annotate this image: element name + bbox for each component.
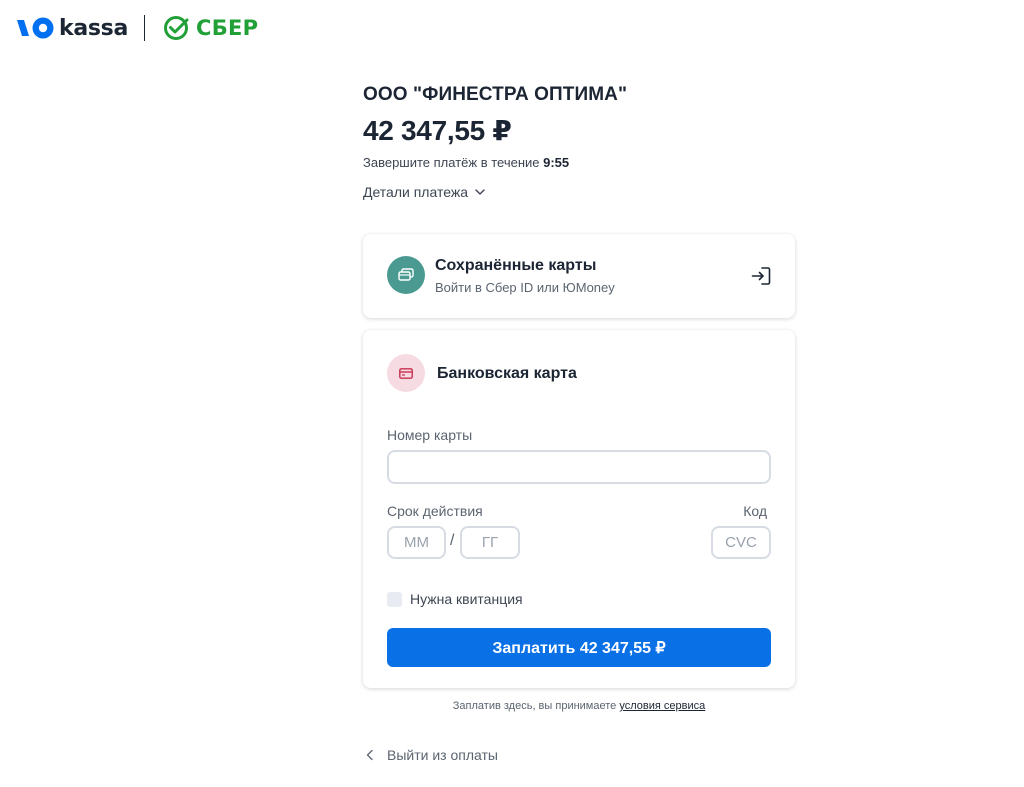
sber-logo[interactable]: СБЕР xyxy=(163,15,258,41)
timer-prefix: Завершите платёж в течение xyxy=(363,155,544,170)
chevron-down-icon xyxy=(475,189,485,195)
merchant-name: ООО "ФИНЕСТРА ОПТИМА" xyxy=(363,84,628,105)
sber-brand-text: СБЕР xyxy=(196,16,259,40)
login-icon[interactable] xyxy=(749,264,773,288)
payment-timer: Завершите платёж в течение 9:55 xyxy=(363,155,795,170)
bank-card-form: Банковская карта Номер карты Срок действ… xyxy=(363,330,795,688)
bank-card-icon xyxy=(387,354,425,392)
payment-summary: ООО "ФИНЕСТРА ОПТИМА" 42 347,55 ₽ Заверш… xyxy=(363,84,795,200)
logo-divider xyxy=(144,15,146,41)
yookassa-logo[interactable]: kassa xyxy=(16,16,128,41)
exit-payment-label: Выйти из оплаты xyxy=(387,747,498,763)
payment-details-label: Детали платежа xyxy=(363,184,468,200)
expiry-label: Срок действия xyxy=(387,503,483,519)
sber-logo-icon xyxy=(164,16,189,40)
receipt-checkbox-row[interactable]: Нужна квитанция xyxy=(387,591,523,607)
payment-amount: 42 347,55 ₽ xyxy=(363,115,512,146)
saved-cards-title: Сохранённые карты xyxy=(435,257,597,274)
yoo-logo-icon xyxy=(17,17,54,39)
timer-value: 9:55 xyxy=(543,155,570,170)
header: kassa СБЕР xyxy=(16,12,258,44)
cvc-input[interactable] xyxy=(711,526,771,559)
saved-cards-subtitle: Войти в Сбер ID или ЮMoney xyxy=(435,280,615,295)
saved-cards-option[interactable]: Сохранённые карты Войти в Сбер ID или ЮM… xyxy=(363,234,795,318)
chevron-left-icon xyxy=(366,749,373,761)
cvc-label: Код xyxy=(743,503,767,519)
pay-button[interactable]: Заплатить 42 347,55 ₽ xyxy=(387,628,771,667)
expiry-year-input[interactable] xyxy=(460,526,520,559)
saved-cards-icon xyxy=(387,256,425,294)
receipt-label: Нужна квитанция xyxy=(410,591,523,607)
expiry-month-input[interactable] xyxy=(387,526,446,559)
bank-card-title: Банковская карта xyxy=(437,365,577,382)
payment-details-toggle[interactable]: Детали платежа xyxy=(363,184,795,200)
yookassa-brand-text: kassa xyxy=(59,15,129,41)
receipt-checkbox[interactable] xyxy=(387,591,402,607)
terms-prefix: Заплатив здесь, вы принимаете xyxy=(452,700,620,712)
terms-link[interactable]: условия сервиса xyxy=(619,700,705,712)
card-number-label: Номер карты xyxy=(387,427,473,443)
expiry-separator: / xyxy=(450,532,455,549)
card-number-input[interactable] xyxy=(387,450,771,484)
exit-payment-link[interactable]: Выйти из оплаты xyxy=(365,747,498,763)
terms-notice: Заплатив здесь, вы принимаете условия се… xyxy=(363,700,795,712)
